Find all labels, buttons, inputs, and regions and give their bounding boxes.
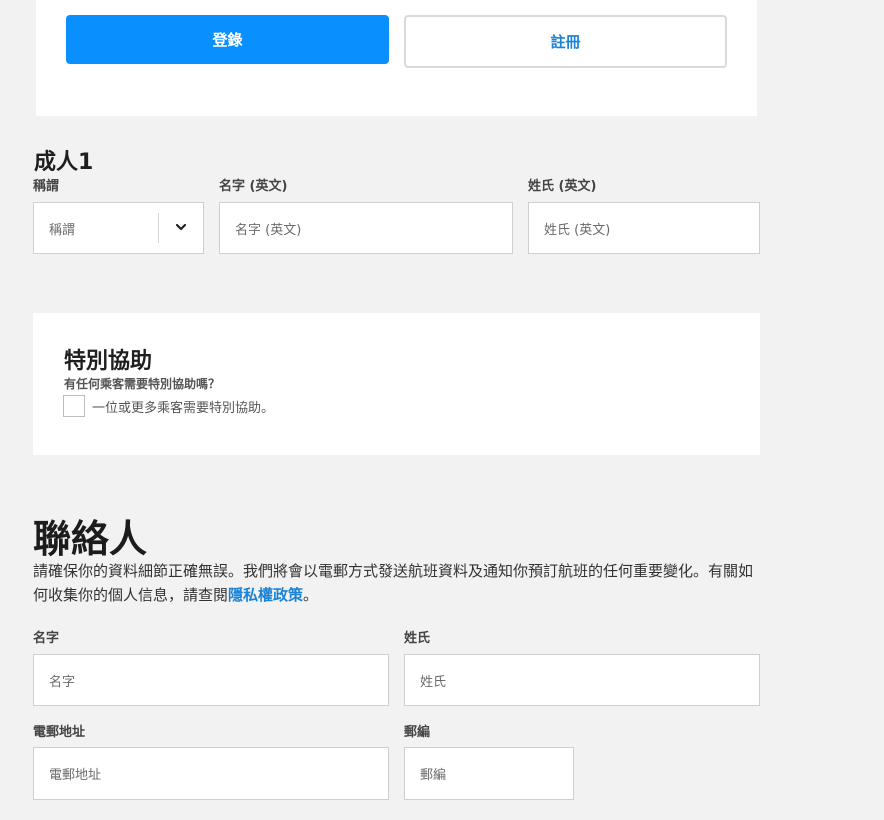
- salutation-label: 稱謂: [33, 179, 60, 194]
- contact-last-name-label: 姓氏: [404, 631, 431, 646]
- contact-description: 請確保你的資料細節正確無誤。我們將會以電郵方式發送航班資料及通知你預訂航班的任何…: [33, 559, 763, 607]
- contact-last-name-placeholder: 姓氏: [420, 674, 447, 690]
- register-button[interactable]: 註冊: [404, 15, 727, 68]
- first-name-en-input[interactable]: 名字 (英文): [219, 202, 513, 254]
- privacy-policy-link[interactable]: 隱私權政策: [228, 586, 303, 604]
- special-assistance-checkbox[interactable]: [63, 395, 85, 417]
- postcode-label: 郵編: [404, 725, 431, 740]
- last-name-en-placeholder: 姓氏 (英文): [544, 222, 611, 238]
- contact-description-end: 。: [303, 586, 319, 604]
- chevron-down-icon: [175, 223, 187, 231]
- contact-first-name-label: 名字: [33, 631, 60, 646]
- last-name-en-label: 姓氏 (英文): [528, 179, 597, 194]
- salutation-value: 稱謂: [49, 222, 76, 238]
- adult-passenger-title: 成人1: [34, 150, 94, 175]
- email-input[interactable]: 電郵地址: [33, 747, 389, 800]
- contact-first-name-placeholder: 名字: [49, 674, 76, 690]
- email-placeholder: 電郵地址: [49, 768, 102, 783]
- special-assistance-question: 有任何乘客需要特別協助嗎？: [64, 377, 221, 391]
- first-name-en-label: 名字 (英文): [219, 179, 288, 194]
- email-label: 電郵地址: [33, 725, 86, 740]
- special-assistance-checkbox-label[interactable]: 一位或更多乘客需要特別協助。: [92, 397, 274, 416]
- salutation-select[interactable]: 稱謂: [33, 202, 204, 254]
- special-assistance-card: 特別協助 有任何乘客需要特別協助嗎？ 一位或更多乘客需要特別協助。: [33, 313, 760, 455]
- login-button[interactable]: 登錄: [66, 15, 389, 64]
- first-name-en-placeholder: 名字 (英文): [235, 222, 302, 238]
- contact-title: 聯絡人: [33, 517, 148, 561]
- special-assistance-title: 特別協助: [64, 349, 153, 374]
- login-card: 登錄 註冊: [36, 0, 757, 116]
- select-divider: [158, 213, 159, 243]
- last-name-en-input[interactable]: 姓氏 (英文): [528, 202, 760, 254]
- postcode-input[interactable]: 郵編: [404, 747, 574, 800]
- postcode-placeholder: 郵編: [420, 768, 447, 783]
- contact-first-name-input[interactable]: 名字: [33, 654, 389, 706]
- contact-last-name-input[interactable]: 姓氏: [404, 654, 760, 706]
- contact-description-text: 請確保你的資料細節正確無誤。我們將會以電郵方式發送航班資料及通知你預訂航班的任何…: [33, 562, 754, 604]
